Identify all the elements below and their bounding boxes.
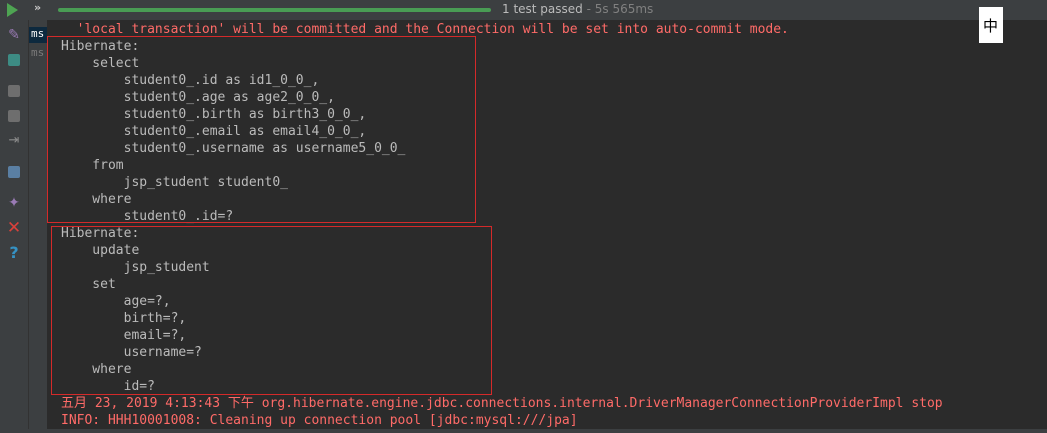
close-icon[interactable]: ✕ <box>5 219 23 237</box>
status-separator: - <box>582 2 595 16</box>
run-icon[interactable] <box>7 3 18 17</box>
test-tree-column: ms ms <box>29 20 48 433</box>
tree-item[interactable]: ms <box>29 46 47 62</box>
select-query-highlight <box>47 36 476 223</box>
import-icon[interactable]: ⇥ <box>5 131 23 149</box>
console-output[interactable]: 'local transaction' will be committed an… <box>47 20 1047 433</box>
test-status: 1 test passed - 5s 565ms <box>502 2 653 16</box>
stop-icon[interactable] <box>5 82 23 100</box>
console-line: INFO: HHH10001008: Cleaning up connectio… <box>61 413 578 428</box>
ide-run-window: » 1 test passed - 5s 565ms ✎ ⇥ ✦ ✕ ? ms … <box>0 0 1047 433</box>
pin-icon[interactable]: ✎ <box>5 26 23 44</box>
left-tool-strip: ✎ ⇥ ✦ ✕ ? <box>0 20 29 433</box>
pin-tab-icon[interactable]: ✦ <box>5 194 23 212</box>
test-progress-bar <box>58 8 491 12</box>
test-result-text: 1 test passed <box>502 2 583 16</box>
update-query-highlight <box>51 226 492 395</box>
layout-icon[interactable] <box>5 163 23 181</box>
ime-indicator: 中 <box>979 7 1003 43</box>
help-icon[interactable]: ? <box>5 244 23 262</box>
dump-icon[interactable] <box>5 107 23 125</box>
more-actions-chevrons[interactable]: » <box>34 1 41 14</box>
bottom-scrollbar[interactable] <box>0 429 1047 433</box>
toggle-icon[interactable] <box>5 51 23 69</box>
tree-item[interactable]: ms <box>29 27 47 43</box>
console-line: 五月 23, 2019 4:13:43 下午 org.hibernate.eng… <box>61 396 943 411</box>
run-toolbar: » 1 test passed - 5s 565ms <box>0 0 1047 20</box>
test-duration: 5s 565ms <box>594 2 654 16</box>
